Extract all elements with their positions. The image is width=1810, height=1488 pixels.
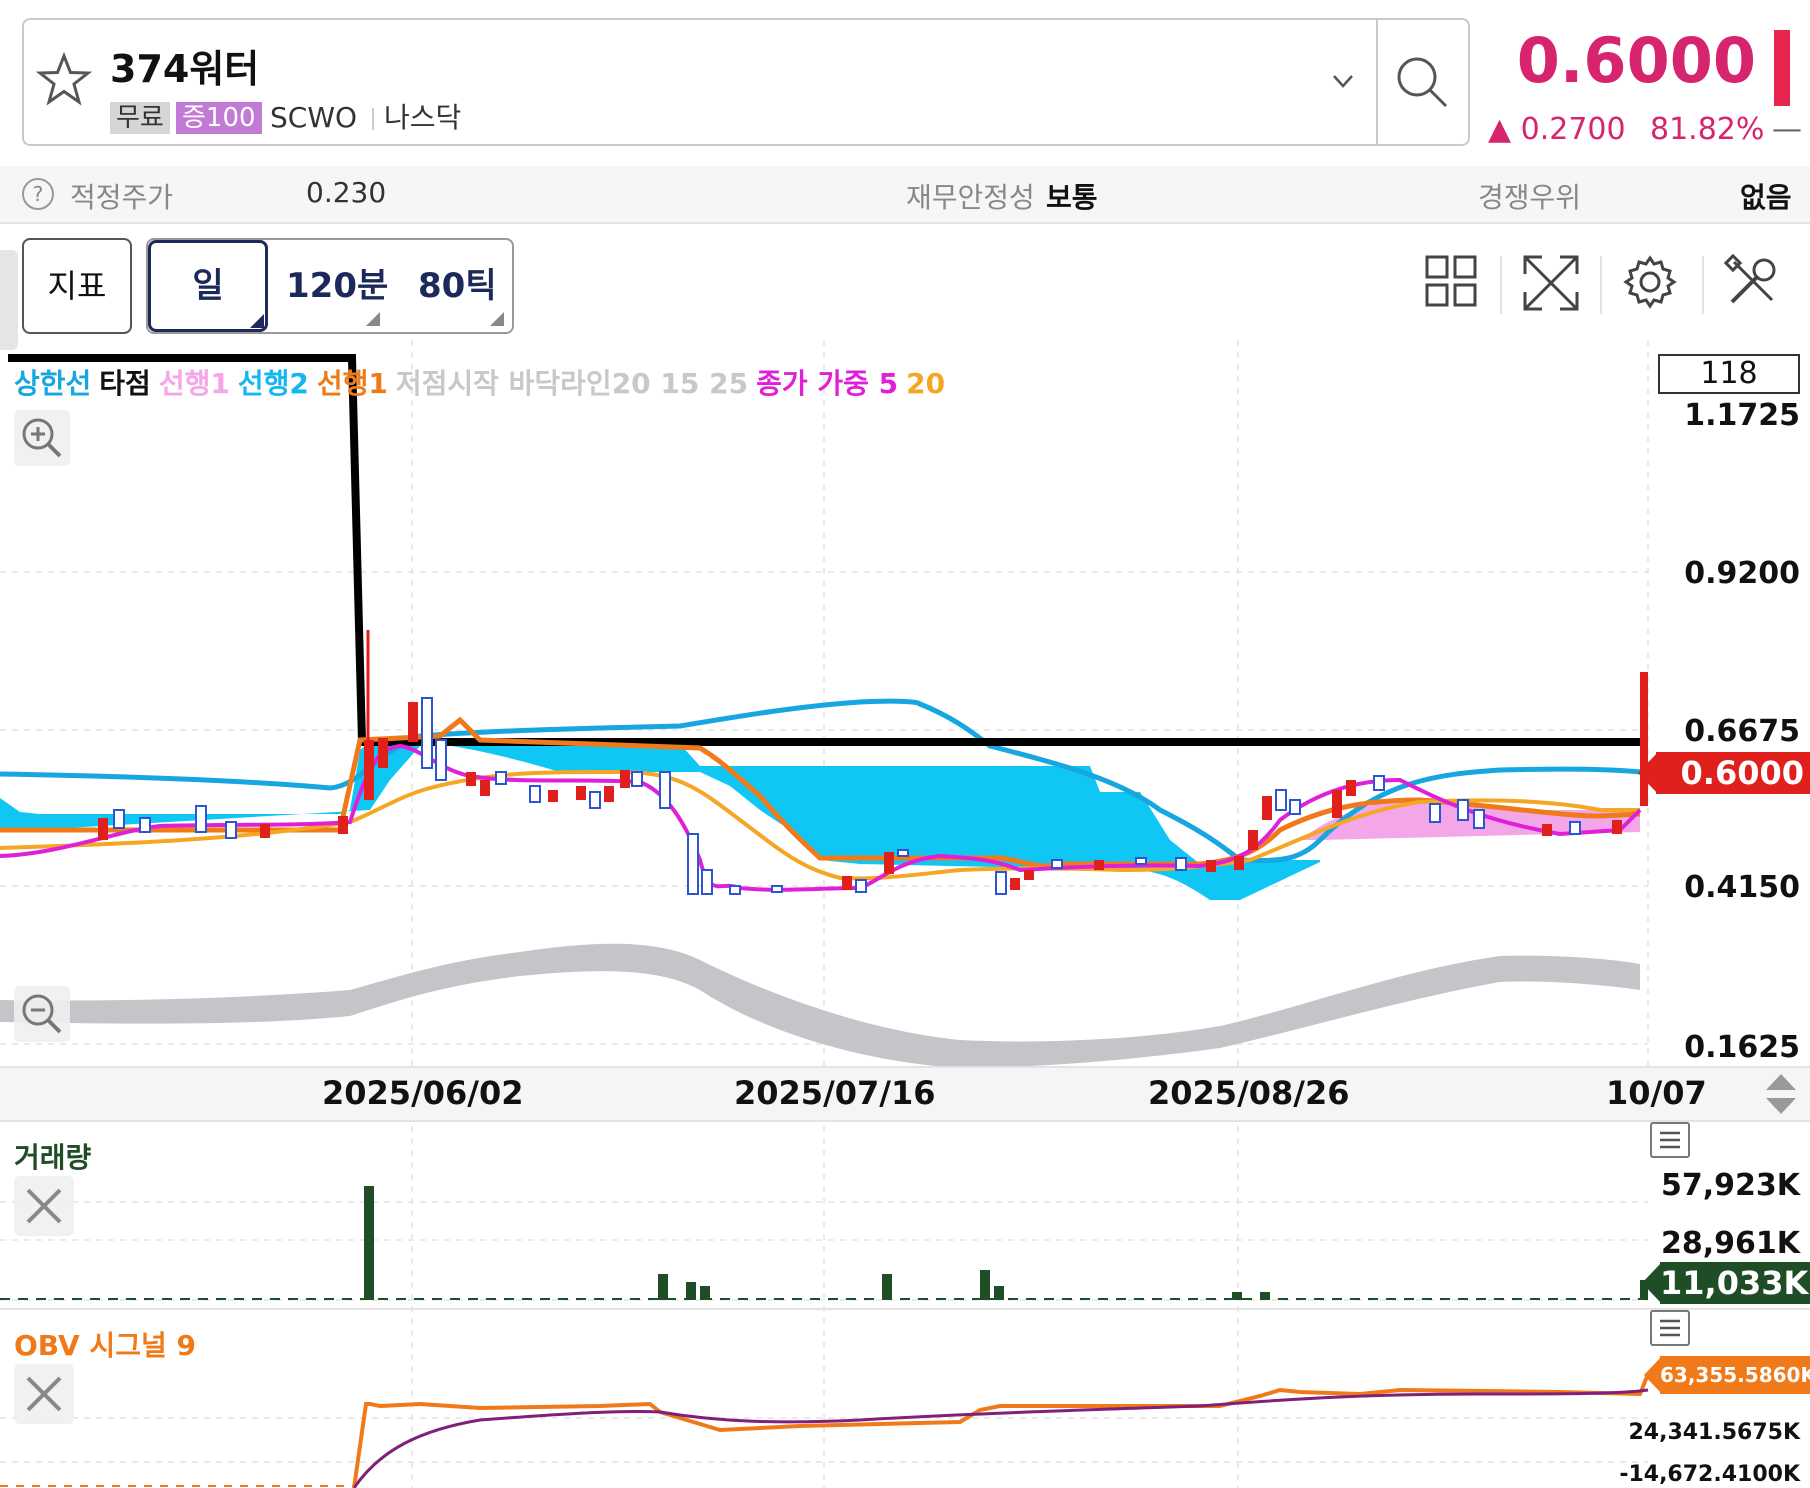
period-dropdown-icon xyxy=(250,314,264,328)
zoom-in-icon[interactable] xyxy=(14,410,70,466)
date-label: 2025/06/02 xyxy=(322,1074,524,1112)
current-price-tag: 0.6000 xyxy=(1656,752,1810,794)
tools-icon[interactable] xyxy=(1723,253,1780,314)
divider xyxy=(1600,256,1602,314)
period-dropdown-icon xyxy=(490,312,504,326)
volume-axis-label: 28,961K xyxy=(1660,1226,1800,1261)
date-label: 2025/07/16 xyxy=(734,1074,936,1112)
legend-ma20: 20 xyxy=(906,367,946,400)
settings-icon[interactable] xyxy=(1622,254,1678,314)
current-volume-tag: 11,033K xyxy=(1660,1262,1810,1304)
stability-value: 보통 xyxy=(1046,181,1098,214)
y-axis-label: 1.1725 xyxy=(1684,398,1800,433)
divider xyxy=(1702,256,1704,314)
indicator-legend[interactable]: 상한선 타점 선행1 선행2 선행1 저점시작 바닥라인20 15 25 종가 가중 5 20 xyxy=(14,362,953,402)
y-axis-label: 0.6675 xyxy=(1684,714,1800,749)
market-name: 나스닥 xyxy=(384,101,462,134)
axis-scroll-arrows-icon[interactable] xyxy=(1762,1074,1800,1118)
favorite-star-icon[interactable] xyxy=(35,51,93,112)
legend-target: 타점 xyxy=(99,367,151,400)
free-badge: 무료 xyxy=(110,102,170,134)
grid-icon[interactable] xyxy=(1424,254,1478,312)
help-icon[interactable]: ? xyxy=(22,178,54,210)
price-tag-arrow xyxy=(1638,752,1658,794)
up-triangle-icon: ▲ xyxy=(1488,112,1512,147)
volume-tag-arrow xyxy=(1642,1262,1662,1304)
price-change: ▲ 0.2700 xyxy=(1488,112,1626,147)
legend-leading1-orange: 선행1 xyxy=(316,367,388,400)
current-obv-tag: 63,355.5860K xyxy=(1660,1356,1810,1394)
date-label: 2025/08/26 xyxy=(1148,1074,1350,1112)
side-drawer-handle[interactable] xyxy=(0,250,18,350)
obv-axis-label: -14,672.4100K xyxy=(1619,1462,1800,1487)
fair-price-label: 적정주가 xyxy=(70,181,174,214)
legend-leading2: 선행2 xyxy=(237,367,309,400)
y-axis-label: 0.4150 xyxy=(1684,870,1800,905)
candle-count-box[interactable]: 118 xyxy=(1658,354,1800,394)
ticker-symbol: SCWO xyxy=(270,101,358,134)
y-axis-label: 0.9200 xyxy=(1684,556,1800,591)
period-80tick-button[interactable]: 80틱 xyxy=(418,240,497,332)
panel-divider xyxy=(0,1308,1810,1310)
stock-name: 374워터 xyxy=(110,47,260,91)
divider xyxy=(372,108,374,130)
stability-label: 재무안정성 xyxy=(906,181,1035,214)
obv-menu-icon[interactable] xyxy=(1650,1310,1690,1346)
legend-leading1: 선행1 xyxy=(158,367,230,400)
obv-axis-label: 24,341.5675K xyxy=(1628,1420,1800,1445)
chart-canvas[interactable] xyxy=(0,340,1810,1488)
legend-floor-line: 저점시작 바닥라인20 15 25 xyxy=(395,367,749,400)
search-icon[interactable] xyxy=(1392,52,1452,116)
volume-title: 거래량 xyxy=(14,1141,92,1174)
close-volume-icon[interactable] xyxy=(14,1176,74,1236)
change-value: 0.2700 xyxy=(1520,112,1626,147)
legend-upper-limit: 상한선 xyxy=(14,367,92,400)
legend-weighted-ma5: 종가 가중 5 xyxy=(756,367,899,400)
zoom-out-icon[interactable] xyxy=(14,986,70,1042)
price-indicator-bar xyxy=(1774,30,1790,106)
period-dropdown-icon xyxy=(366,312,380,326)
price-change-percent: 81.82% xyxy=(1650,112,1765,147)
floor-line-band xyxy=(0,943,1640,1068)
volume-axis-label: 57,923K xyxy=(1660,1168,1800,1203)
competitive-value: 없음 xyxy=(1740,181,1792,214)
divider xyxy=(1500,256,1502,314)
volume-menu-icon[interactable] xyxy=(1650,1122,1690,1158)
margin-badge: 증100 xyxy=(176,102,262,134)
obv-line xyxy=(352,1373,1650,1488)
indicator-button[interactable]: 지표 xyxy=(22,238,132,334)
date-label: 10/07 xyxy=(1606,1074,1707,1112)
competitive-label: 경쟁우위 xyxy=(1478,181,1582,214)
current-price: 0.6000 xyxy=(1516,24,1756,97)
obv-title: OBV 시그널 9 xyxy=(14,1329,196,1362)
grid-lines xyxy=(0,340,1649,1488)
change-dash: — xyxy=(1772,112,1802,147)
expand-icon[interactable] xyxy=(1522,254,1580,316)
fair-price-value: 0.230 xyxy=(306,176,387,209)
chevron-down-icon[interactable] xyxy=(1328,66,1358,100)
divider xyxy=(1376,18,1378,146)
y-axis-label: 0.1625 xyxy=(1684,1030,1800,1065)
close-obv-icon[interactable] xyxy=(14,1364,74,1424)
